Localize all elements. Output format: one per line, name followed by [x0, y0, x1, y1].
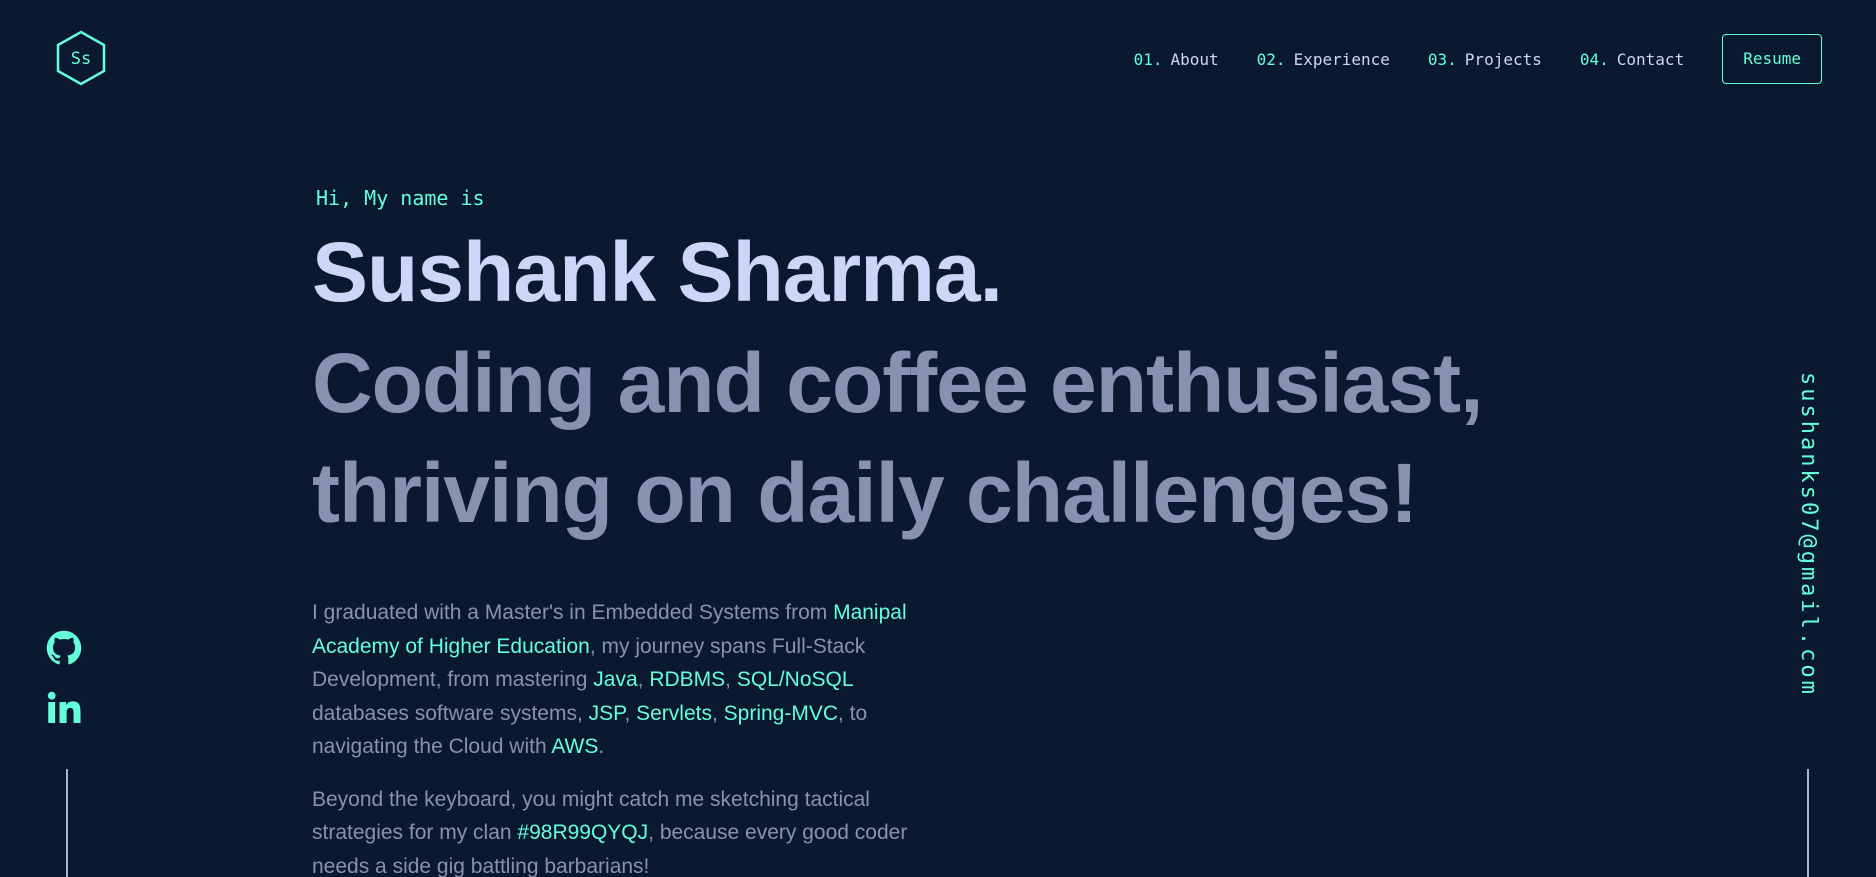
highlight-java: Java	[593, 668, 638, 691]
bio-paragraph-1: I graduated with a Master's in Embedded …	[312, 596, 952, 764]
social-links	[46, 630, 90, 750]
bio-text: ,	[711, 701, 724, 725]
nav-item-contact[interactable]: 04. Contact	[1580, 50, 1684, 69]
greeting-text: Hi, My name is	[316, 186, 485, 210]
nav-item-label: Contact	[1616, 49, 1685, 69]
bio-text: ,	[725, 668, 737, 691]
hero-tagline: Coding and coffee enthusiast, thriving o…	[312, 328, 1612, 548]
github-icon[interactable]	[46, 630, 82, 666]
linkedin-icon[interactable]	[46, 690, 82, 726]
bio-text: ,	[624, 701, 637, 725]
main-nav: 01. About 02. Experience 03. Projects 04…	[1134, 34, 1822, 84]
tagline-line-2: thriving on daily challenges!	[312, 446, 1418, 540]
highlight-servlets: Servlets	[636, 701, 712, 725]
tagline-line-1: Coding and coffee enthusiast,	[312, 336, 1483, 430]
logo[interactable]: Ss	[55, 30, 107, 86]
highlight-spring-mvc: Spring-MVC	[723, 701, 839, 725]
nav-item-projects[interactable]: 03. Projects	[1428, 50, 1542, 69]
logo-text: Ss	[71, 49, 91, 69]
hero-section: Hi, My name is Sushank Sharma. Coding an…	[312, 180, 1612, 877]
nav-item-label: About	[1170, 49, 1219, 69]
bio: I graduated with a Master's in Embedded …	[312, 596, 952, 877]
nav-item-number: 02.	[1256, 49, 1286, 69]
highlight-clan-tag: #98R99QYQJ	[517, 821, 649, 844]
nav-item-number: 04.	[1579, 49, 1609, 69]
highlight-aws: AWS	[551, 735, 599, 758]
nav-item-number: 01.	[1133, 49, 1163, 69]
nav-item-about[interactable]: 01. About	[1134, 50, 1219, 69]
nav-item-label: Projects	[1464, 49, 1542, 69]
left-rail-line	[66, 769, 68, 877]
nav-item-number: 03.	[1427, 49, 1457, 69]
hero-name: Sushank Sharma.	[312, 225, 1003, 319]
nav-item-experience[interactable]: 02. Experience	[1257, 50, 1390, 69]
bio-text: databases software systems,	[312, 701, 589, 725]
bio-text: .	[598, 735, 605, 758]
hexagon-logo-icon: Ss	[56, 30, 106, 86]
bio-text: ,	[637, 668, 650, 691]
highlight-jsp: JSP	[588, 701, 625, 725]
right-rail-line	[1807, 769, 1809, 877]
highlight-sql-nosql: SQL/NoSQL	[736, 668, 853, 691]
resume-button[interactable]: Resume	[1722, 34, 1822, 84]
highlight-rdbms: RDBMS	[649, 668, 726, 691]
bio-text: I graduated with a Master's in Embedded …	[312, 601, 834, 624]
bio-paragraph-2: Beyond the keyboard, you might catch me …	[312, 783, 952, 877]
email-link[interactable]: sushanks07@gmail.com	[1796, 372, 1821, 697]
nav-item-label: Experience	[1293, 49, 1390, 69]
